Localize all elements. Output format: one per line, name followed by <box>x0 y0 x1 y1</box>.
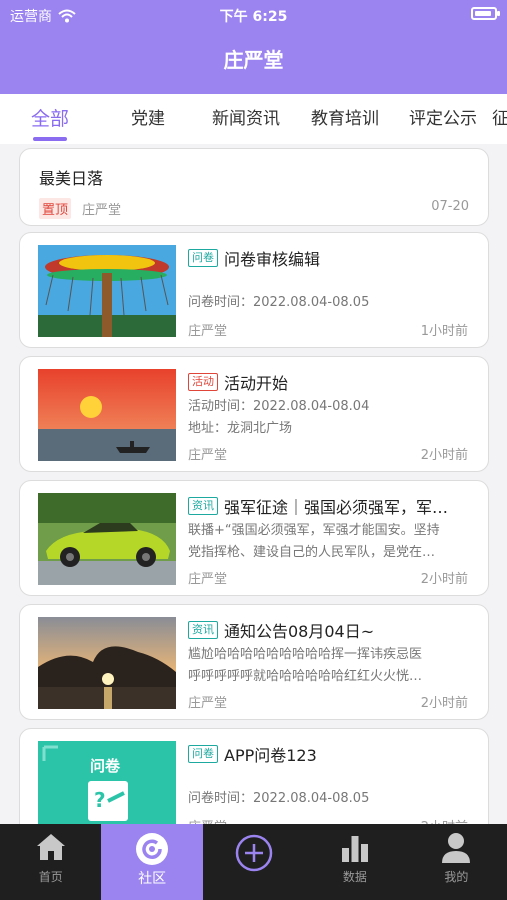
post-type-badge: 问卷 <box>188 745 218 763</box>
post-summary-line: 联播+“强国必须强军，军强才能国安。坚持 <box>188 523 440 538</box>
tab-more[interactable]: 征 <box>492 94 507 144</box>
tabbar-item-community[interactable]: 社区 <box>101 824 203 900</box>
user-icon <box>442 833 471 863</box>
category-tabs: 全部 党建 新闻资讯 教育培训 评定公示 征 <box>0 94 507 144</box>
post-author: 庄严堂 <box>82 203 122 218</box>
post-headline: 资讯 强军征途｜强国必须强军，军… <box>188 494 478 518</box>
post-title: 强军征途｜强国必须强军，军… <box>224 498 449 517</box>
post-feed: 最美日落 置顶 庄严堂 07-20 问卷 问卷审核编辑 问卷时间：2022.08… <box>0 144 507 824</box>
post-detail-line: 问卷时间：2022.08.04-08.05 <box>188 295 370 310</box>
post-detail-line: 活动时间：2022.08.04-08.04 <box>188 399 370 414</box>
post-title: APP问卷123 <box>224 746 317 765</box>
add-icon <box>235 834 272 872</box>
rock-sunset-photo <box>38 617 176 709</box>
post-type-badge: 问卷 <box>188 249 218 267</box>
battery-icon <box>471 7 500 20</box>
post-detail-line: 问卷时间：2022.08.04-08.05 <box>188 791 370 806</box>
post-type-badge: 活动 <box>188 373 218 391</box>
post-time-ago: 1小时前 <box>420 324 468 339</box>
post-author: 庄严堂 <box>188 816 227 824</box>
status-time: 下午 6:25 <box>219 9 288 25</box>
chart-icon <box>341 836 368 862</box>
tabbar-label: 数据 <box>342 870 367 884</box>
status-bar: 运营商 下午 6:25 <box>0 0 507 30</box>
bottom-tab-bar: 首页 社区 数据 我的 <box>0 824 507 900</box>
post-title: 最美日落 <box>39 169 104 188</box>
post-card[interactable]: 活动 活动开始 活动时间：2022.08.04-08.04 地址：龙洞北广场 庄… <box>19 356 489 472</box>
tabbar-item-profile[interactable]: 我的 <box>406 824 507 900</box>
page-title: 庄严堂 <box>223 48 284 72</box>
post-type-badge: 资讯 <box>188 621 218 639</box>
post-card[interactable]: 资讯 通知公告08月04日~ 尴尬哈哈哈哈哈哈哈哈哈挥一挥讳疾忌医 呼呼呼呼呼就… <box>19 604 489 720</box>
post-headline: 问卷 APP问卷123 <box>188 742 478 766</box>
tabbar-label: 社区 <box>138 871 167 887</box>
tabbar-label: 首页 <box>38 870 63 884</box>
questionnaire-text: 问卷 <box>90 757 121 775</box>
post-time-ago: 2小时前 <box>421 816 468 824</box>
tab-party-building[interactable]: 党建 <box>100 94 196 144</box>
tab-all[interactable]: 全部 <box>0 94 100 144</box>
post-title: 活动开始 <box>224 374 289 393</box>
tab-news[interactable]: 新闻资讯 <box>196 94 296 144</box>
post-author: 庄严堂 <box>188 324 228 339</box>
post-card[interactable]: 问卷 ? 问卷 APP问卷123 问卷时间：2022.08.04-08.05 庄… <box>19 728 489 824</box>
questionnaire-graphic: 问卷 ? <box>38 741 176 824</box>
pinned-badge: 置顶 <box>39 198 72 219</box>
post-time-ago: 2小时前 <box>420 696 468 711</box>
post-headline: 活动 活动开始 <box>188 370 478 394</box>
post-time-ago: 2小时前 <box>420 572 468 587</box>
post-headline: 资讯 通知公告08月04日~ <box>188 618 478 642</box>
post-time-ago: 2小时前 <box>420 448 468 463</box>
tabbar-label: 我的 <box>444 870 469 884</box>
tab-evaluation[interactable]: 评定公示 <box>394 94 492 144</box>
sunset-photo <box>38 369 176 461</box>
post-headline: 问卷 问卷审核编辑 <box>188 246 478 270</box>
car-photo <box>38 493 176 585</box>
post-summary-line: 党指挥枪、建设自己的人民军队，是党在… <box>188 545 436 560</box>
community-icon <box>136 833 169 865</box>
post-summary-line: 尴尬哈哈哈哈哈哈哈哈哈挥一挥讳疾忌医 <box>188 647 423 662</box>
home-icon <box>36 834 65 860</box>
post-card[interactable]: 资讯 强军征途｜强国必须强军，军… 联播+“强国必须强军，军强才能国安。坚持 党… <box>19 480 489 596</box>
tab-education[interactable]: 教育培训 <box>296 94 394 144</box>
pinned-post-card[interactable]: 最美日落 置顶 庄严堂 07-20 <box>19 148 489 226</box>
post-card[interactable]: 问卷 问卷审核编辑 问卷时间：2022.08.04-08.05 庄严堂 1小时前 <box>19 232 489 348</box>
nav-bar: 庄严堂 <box>0 30 507 94</box>
tabbar-item-add[interactable] <box>203 824 304 900</box>
post-author: 庄严堂 <box>188 448 228 463</box>
post-summary-line: 呼呼呼呼呼就哈哈哈哈哈哈红红火火恍… <box>188 669 423 684</box>
post-author: 庄严堂 <box>188 572 228 587</box>
carousel-photo <box>38 245 176 337</box>
post-type-badge: 资讯 <box>188 497 218 515</box>
tabbar-item-data[interactable]: 数据 <box>304 824 405 900</box>
post-date: 07-20 <box>431 199 469 214</box>
tabbar-item-home[interactable]: 首页 <box>0 824 101 900</box>
post-title: 问卷审核编辑 <box>224 250 321 269</box>
post-author: 庄严堂 <box>188 696 228 711</box>
svg-text:?: ? <box>94 788 106 812</box>
post-detail-line: 地址：龙洞北广场 <box>188 421 293 436</box>
post-title: 通知公告08月04日~ <box>224 622 375 641</box>
